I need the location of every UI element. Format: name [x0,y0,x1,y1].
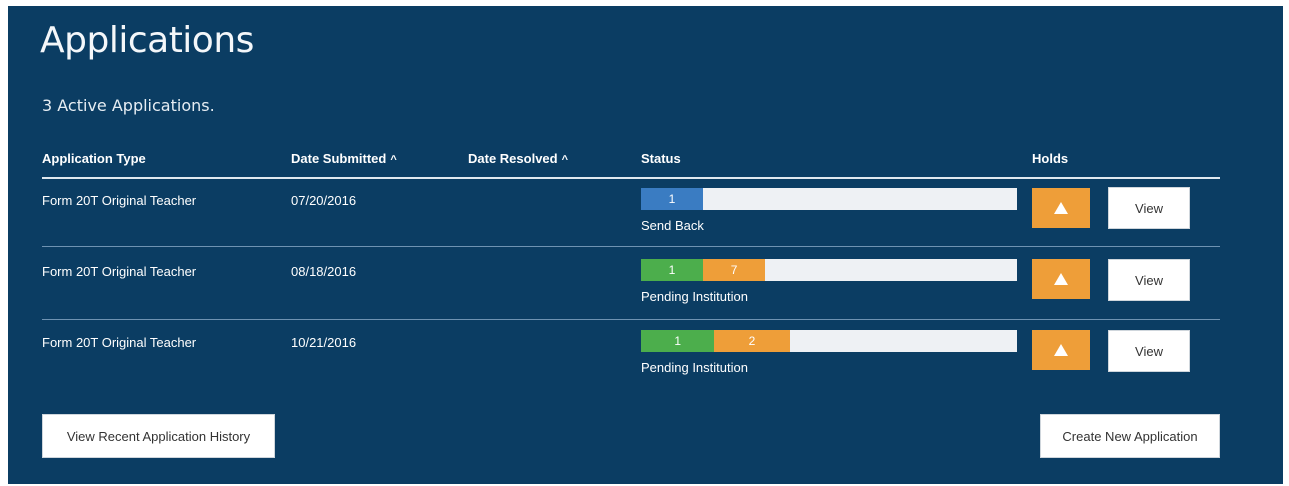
status-progress-bar: 1 [641,188,1017,210]
header-date-submitted[interactable]: Date Submitted ^ [291,151,397,166]
page-title: Applications [40,20,254,61]
view-button[interactable]: View [1108,259,1190,301]
header-date-submitted-label: Date Submitted [291,151,387,166]
row-divider [42,319,1220,320]
hold-button[interactable] [1032,330,1090,370]
row-date-submitted: 07/20/2016 [291,193,357,208]
header-date-resolved[interactable]: Date Resolved ^ [468,151,568,166]
header-status-label: Status [641,151,681,166]
view-application-history-button[interactable]: View Recent Application History [42,414,275,458]
sort-caret-icon: ^ [561,154,569,166]
active-count: 3 Active Applications. [42,96,215,115]
view-button[interactable]: View [1108,330,1190,372]
status-segment-blue: 1 [641,188,704,210]
status-label: Send Back [641,218,704,233]
applications-panel: Applications 3 Active Applications. Appl… [8,6,1283,484]
status-progress-bar: 17 [641,259,1017,281]
row-date-submitted: 08/18/2016 [291,264,357,279]
create-new-application-button[interactable]: Create New Application [1040,414,1220,458]
header-application-type-label: Application Type [42,151,146,166]
warning-triangle-icon [1054,344,1068,356]
warning-triangle-icon [1054,273,1068,285]
sort-caret-icon: ^ [390,154,397,166]
header-status: Status [641,151,681,166]
row-application-type: Form 20T Original Teacher [42,264,197,279]
status-segment-orange: 7 [703,259,766,281]
row-application-type: Form 20T Original Teacher [42,193,197,208]
status-segment-green: 1 [641,330,715,352]
view-button[interactable]: View [1108,187,1190,229]
status-progress-bar: 12 [641,330,1017,352]
header-holds: Holds [1032,151,1068,166]
hold-button[interactable] [1032,259,1090,299]
warning-triangle-icon [1054,202,1068,214]
status-segment-orange: 2 [714,330,790,352]
header-application-type: Application Type [42,151,146,166]
status-label: Pending Institution [641,289,748,304]
status-segment-green: 1 [641,259,704,281]
hold-button[interactable] [1032,188,1090,228]
row-divider [42,246,1220,247]
header-divider [42,177,1220,179]
header-date-resolved-label: Date Resolved [468,151,558,166]
header-holds-label: Holds [1032,151,1069,166]
row-date-submitted: 10/21/2016 [291,335,357,350]
status-label: Pending Institution [641,360,748,375]
row-application-type: Form 20T Original Teacher [42,335,197,350]
